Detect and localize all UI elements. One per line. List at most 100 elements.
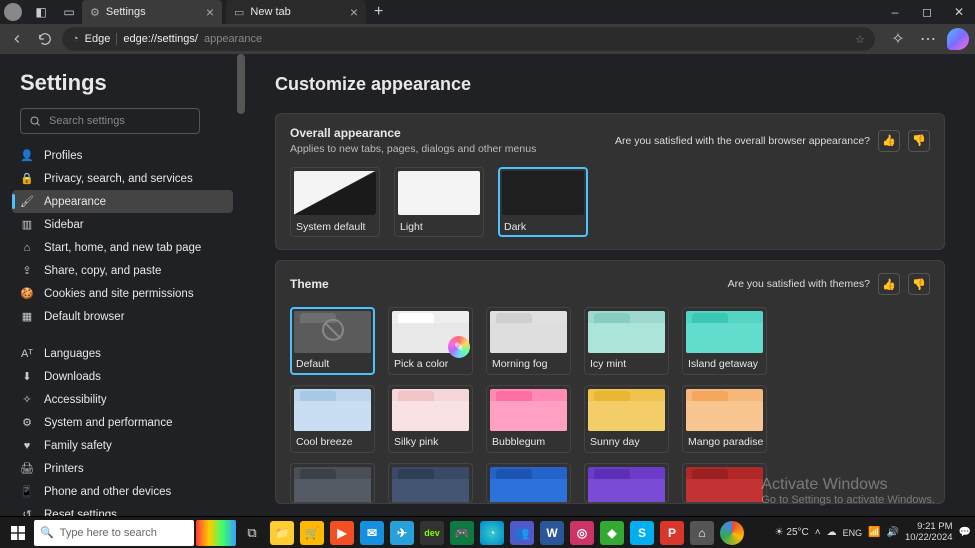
taskbar-search[interactable]: 🔍 Type here to search [34,520,194,546]
refresh-button[interactable] [34,28,56,50]
new-tab-button[interactable]: + [374,3,383,21]
sidebar-item[interactable]: ↺Reset settings [12,503,233,516]
appearance-option[interactable]: System default [290,167,380,237]
theme-option[interactable]: Pick a color✎ [388,307,473,375]
minimize-button[interactable]: – [879,0,911,24]
appearance-preview [294,171,376,215]
taskbar-app[interactable]: 🛒 [298,519,326,547]
taskbar-edge[interactable]: ◔ [478,519,506,547]
thumbs-down-button[interactable]: 👎 [908,273,930,295]
taskbar-app[interactable]: P [658,519,686,547]
sidebar-item-icon: ⌂ [20,242,34,254]
notifications-icon[interactable]: 💬 [959,527,971,538]
onedrive-icon[interactable]: ☁ [827,527,837,538]
theme-option[interactable] [584,463,669,503]
theme-option[interactable] [486,463,571,503]
sidebar-item[interactable]: 🍪Cookies and site permissions [12,282,233,305]
sidebar-item[interactable]: ⬇Downloads [12,365,233,388]
taskbar-app[interactable]: 👥 [508,519,536,547]
copilot-button[interactable] [947,28,969,50]
settings-content: Customize appearance Overall appearance … [245,54,975,516]
theme-option[interactable]: Sunny day [584,385,669,453]
appearance-option[interactable]: Light [394,167,484,237]
menu-button[interactable]: ⋯ [917,28,939,50]
maximize-button[interactable]: ◻ [911,0,943,24]
sidebar-item[interactable]: 📱Phone and other devices [12,480,233,503]
thumbs-up-button[interactable]: 👍 [878,130,900,152]
taskbar-app[interactable]: W [538,519,566,547]
weather-widget[interactable]: ☀ 25°C [775,527,809,538]
section-subtitle: Applies to new tabs, pages, dialogs and … [290,143,536,155]
sidebar-item[interactable]: ▦Default browser [12,305,233,328]
taskbar-chrome[interactable] [718,519,746,547]
sidebar-item[interactable]: 👤Profiles [12,144,233,167]
thumbs-down-button[interactable]: 👎 [908,130,930,152]
theme-option[interactable] [290,463,375,503]
search-input[interactable]: Search settings [20,108,200,134]
workspaces-icon[interactable]: ◧ [32,3,50,21]
sidebar-item-label: Accessibility [44,394,107,406]
sidebar-item[interactable]: ♥Family safety [12,434,233,457]
theme-label: Island getaway [686,358,763,370]
appearance-preview [502,171,584,215]
close-window-button[interactable]: ✕ [943,0,975,24]
taskbar-app[interactable]: dev [418,519,446,547]
task-view-button[interactable]: ⧉ [238,519,266,547]
sidebar-item[interactable]: ⚙System and performance [12,411,233,434]
theme-option[interactable]: Mango paradise [682,385,767,453]
sidebar-item[interactable]: ✧Accessibility [12,388,233,411]
sidebar-item-icon: ▥ [20,218,34,231]
theme-option[interactable]: Morning fog [486,307,571,375]
tab-actions-icon[interactable]: ▭ [60,3,78,21]
close-icon[interactable]: × [206,4,214,20]
volume-icon[interactable]: 🔊 [887,527,899,538]
theme-preview [490,311,567,353]
appearance-option[interactable]: Dark [498,167,588,237]
thumbs-up-button[interactable]: 👍 [878,273,900,295]
sidebar-item[interactable]: AᵀLanguages [12,342,233,365]
news-widget[interactable] [196,520,236,546]
theme-option[interactable]: Island getaway [682,307,767,375]
theme-label: Icy mint [588,358,665,370]
taskbar-app[interactable]: ⌂ [688,519,716,547]
theme-option[interactable]: Default [290,307,375,375]
favorites-button[interactable]: ✧ [887,28,909,50]
taskbar-app[interactable]: ◎ [568,519,596,547]
sidebar-item[interactable]: ⌂ Start, home, and new tab page [12,236,233,259]
address-bar[interactable]: ◔ Edge edge://settings/appearance ☆ [62,27,875,51]
back-button[interactable] [6,28,28,50]
sidebar-item[interactable]: ▥Sidebar [12,213,233,236]
sidebar-item-label: Start, home, and new tab page [44,242,201,254]
theme-option[interactable] [682,463,767,503]
tab-label: New tab [250,6,290,18]
taskbar-app[interactable]: 📁 [268,519,296,547]
language-indicator[interactable]: ENG [843,528,863,538]
theme-option[interactable]: Silky pink [388,385,473,453]
clock[interactable]: 9:21 PM 10/22/2024 [905,522,953,543]
appearance-label: System default [294,221,376,233]
sidebar-item[interactable]: 🖨Printers [12,457,233,480]
taskbar-app[interactable]: ✉ [358,519,386,547]
taskbar-app[interactable]: ▶ [328,519,356,547]
theme-option[interactable] [388,463,473,503]
scrollbar[interactable] [237,54,245,114]
wifi-icon[interactable]: 📶 [868,527,880,538]
taskbar-app[interactable]: ◆ [598,519,626,547]
taskbar-app[interactable]: ✈ [388,519,416,547]
tab-newtab[interactable]: ▭ New tab × [226,0,366,24]
close-icon[interactable]: × [350,4,358,20]
taskbar-app[interactable]: S [628,519,656,547]
theme-preview [588,389,665,431]
tray-chevron-icon[interactable]: ˄ [815,527,821,538]
sidebar-item[interactable]: 🔒Privacy, search, and services [12,167,233,190]
start-button[interactable] [4,519,32,547]
favorite-icon[interactable]: ☆ [855,33,865,46]
taskbar-app[interactable]: 🎮 [448,519,476,547]
tab-settings[interactable]: ⚙ Settings × [82,0,222,24]
theme-option[interactable]: Bubblegum [486,385,571,453]
sidebar-item[interactable]: 🖌Appearance [12,190,233,213]
sidebar-item[interactable]: ⇪Share, copy, and paste [12,259,233,282]
theme-option[interactable]: Icy mint [584,307,669,375]
profile-avatar[interactable] [4,3,22,21]
theme-option[interactable]: Cool breeze [290,385,375,453]
